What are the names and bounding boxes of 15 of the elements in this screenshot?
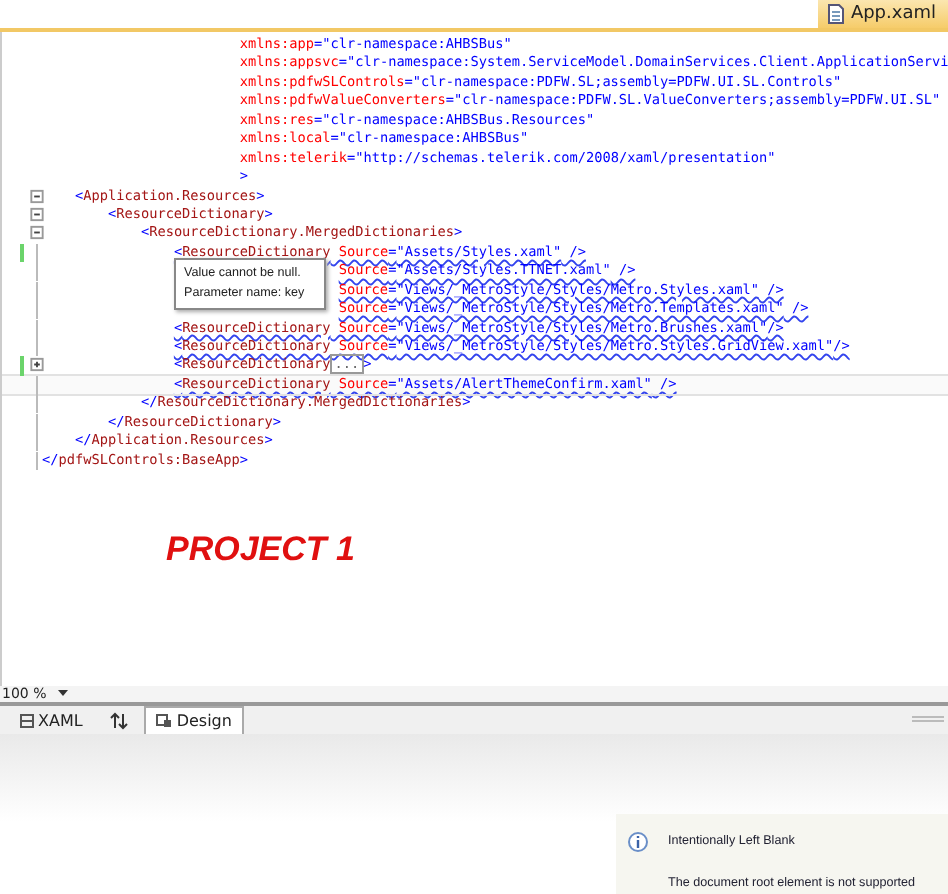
project-label: PROJECT 1 [166,530,355,571]
collapse-icon[interactable] [30,224,44,244]
info-icon [628,831,648,851]
view-tab[interactable]: Design [144,706,244,734]
document-icon [828,4,845,24]
swap-panes-icon[interactable] [110,712,129,730]
collapse-icon[interactable] [30,187,44,206]
splitter-grip-icon[interactable] [912,716,944,722]
collapse-icon[interactable] [30,205,44,225]
document-tab[interactable]: App.xaml [818,0,948,28]
expand-icon[interactable] [30,356,44,376]
dropdown-caret-icon[interactable] [58,690,69,698]
view-tab[interactable]: XAML [8,706,95,734]
window-icon [156,714,173,728]
grid-icon [20,714,34,728]
